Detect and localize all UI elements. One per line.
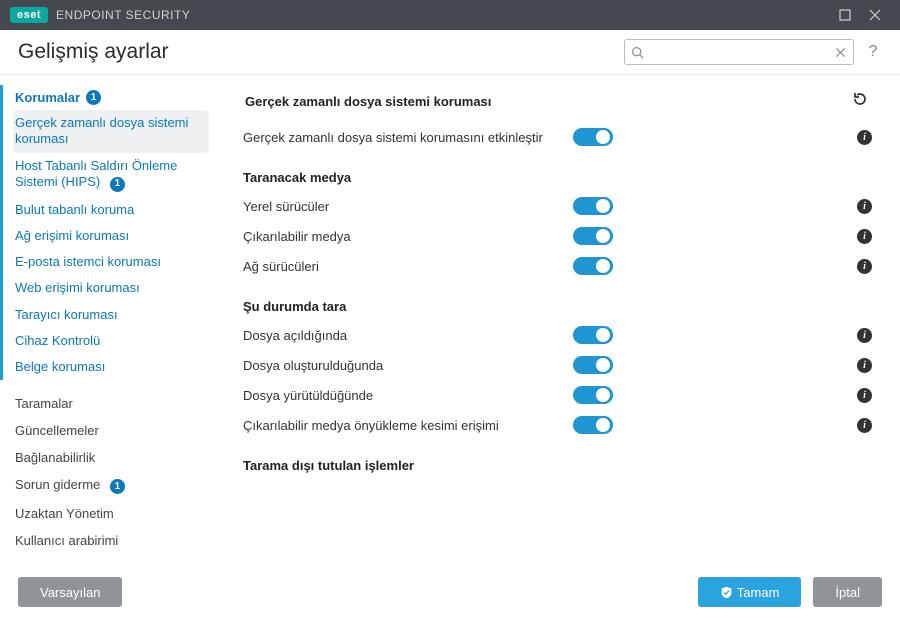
setting-label: Yerel sürücüler (243, 199, 573, 214)
setting-label: Gerçek zamanlı dosya sistemi korumasını … (243, 130, 573, 145)
sidebar-item-connect[interactable]: Bağlanabilirlik (13, 444, 209, 471)
toggle-boot-sector[interactable] (573, 416, 613, 434)
sidebar-item-label: Host Tabanlı Saldırı Önleme Sistemi (HIP… (15, 158, 177, 189)
default-button[interactable]: Varsayılan (18, 577, 122, 607)
toggle-network-drives[interactable] (573, 257, 613, 275)
window-close-icon[interactable] (860, 0, 890, 30)
sidebar-item-network[interactable]: Ağ erişimi koruması (13, 223, 209, 249)
sidebar-item-web[interactable]: Web erişimi koruması (13, 275, 209, 301)
sidebar-item-browser[interactable]: Tarayıcı koruması (13, 302, 209, 328)
badge: 1 (86, 90, 101, 105)
cancel-button[interactable]: İptal (813, 577, 882, 607)
sidebar-item-label: Korumalar (15, 90, 80, 105)
toggle-removable-media[interactable] (573, 227, 613, 245)
search-box[interactable] (624, 39, 854, 65)
sidebar-item-realtime[interactable]: Gerçek zamanlı dosya sistemi koruması (13, 110, 209, 153)
toggle-local-drives[interactable] (573, 197, 613, 215)
sidebar-item-korumalar[interactable]: Korumalar 1 (13, 85, 209, 110)
setting-label: Çıkarılabilir medya (243, 229, 573, 244)
badge: 1 (110, 177, 125, 192)
button-label: Tamam (737, 585, 780, 600)
setting-label: Dosya yürütüldüğünde (243, 388, 573, 403)
sidebar-item-remote[interactable]: Uzaktan Yönetim (13, 500, 209, 527)
sidebar-item-cloud[interactable]: Bulut tabanlı koruma (13, 197, 209, 223)
info-icon[interactable]: i (857, 388, 872, 403)
setting-label: Dosya oluşturulduğunda (243, 358, 573, 373)
shield-icon (720, 586, 733, 599)
info-icon[interactable]: i (857, 358, 872, 373)
search-input[interactable] (644, 44, 834, 60)
subheading-media: Taranacak medya (243, 152, 872, 191)
sidebar-item-device[interactable]: Cihaz Kontrolü (13, 328, 209, 354)
info-icon[interactable]: i (857, 328, 872, 343)
ok-button[interactable]: Tamam (698, 577, 802, 607)
product-name: ENDPOINT SECURITY (56, 8, 190, 22)
brand-badge: eset (10, 7, 48, 23)
main-panel: Gerçek zamanlı dosya sistemi koruması Ge… (215, 75, 900, 564)
window-maximize-icon[interactable] (830, 0, 860, 30)
badge: 1 (110, 479, 125, 494)
headerbar: Gelişmiş ayarlar ? (0, 30, 900, 74)
toggle-file-open[interactable] (573, 326, 613, 344)
info-icon[interactable]: i (857, 229, 872, 244)
footer: Varsayılan Tamam İptal (0, 564, 900, 620)
info-icon[interactable]: i (857, 418, 872, 433)
toggle-file-create[interactable] (573, 356, 613, 374)
info-icon[interactable]: i (857, 199, 872, 214)
titlebar: eset ENDPOINT SECURITY (0, 0, 900, 30)
subheading-excluded: Tarama dışı tutulan işlemler (243, 440, 872, 479)
page-title: Gelişmiş ayarlar (18, 40, 169, 64)
info-icon[interactable]: i (857, 130, 872, 145)
sidebar-item-taramalar[interactable]: Taramalar (13, 390, 209, 417)
sidebar-item-hips[interactable]: Host Tabanlı Saldırı Önleme Sistemi (HIP… (13, 153, 209, 197)
setting-label: Çıkarılabilir medya önyükleme kesimi eri… (243, 418, 573, 433)
setting-label: Dosya açıldığında (243, 328, 573, 343)
setting-label: Ağ sürücüleri (243, 259, 573, 274)
revert-icon[interactable] (852, 91, 868, 112)
sidebar-item-email[interactable]: E-posta istemci koruması (13, 249, 209, 275)
help-icon[interactable]: ? (864, 43, 882, 61)
section-title: Gerçek zamanlı dosya sistemi koruması (245, 94, 491, 109)
toggle-enable-realtime[interactable] (573, 128, 613, 146)
sidebar-item-updates[interactable]: Güncellemeler (13, 417, 209, 444)
subheading-scanwhen: Şu durumda tara (243, 281, 872, 320)
info-icon[interactable]: i (857, 259, 872, 274)
sidebar-item-ui[interactable]: Kullanıcı arabirimi (13, 527, 209, 554)
sidebar-item-label: Sorun giderme (15, 477, 100, 492)
sidebar: Korumalar 1 Gerçek zamanlı dosya sistemi… (0, 75, 215, 564)
toggle-file-exec[interactable] (573, 386, 613, 404)
sidebar-item-document[interactable]: Belge koruması (13, 354, 209, 380)
search-icon (631, 46, 644, 59)
sidebar-item-troubleshoot[interactable]: Sorun giderme 1 (13, 471, 209, 500)
clear-icon[interactable] (834, 46, 847, 59)
